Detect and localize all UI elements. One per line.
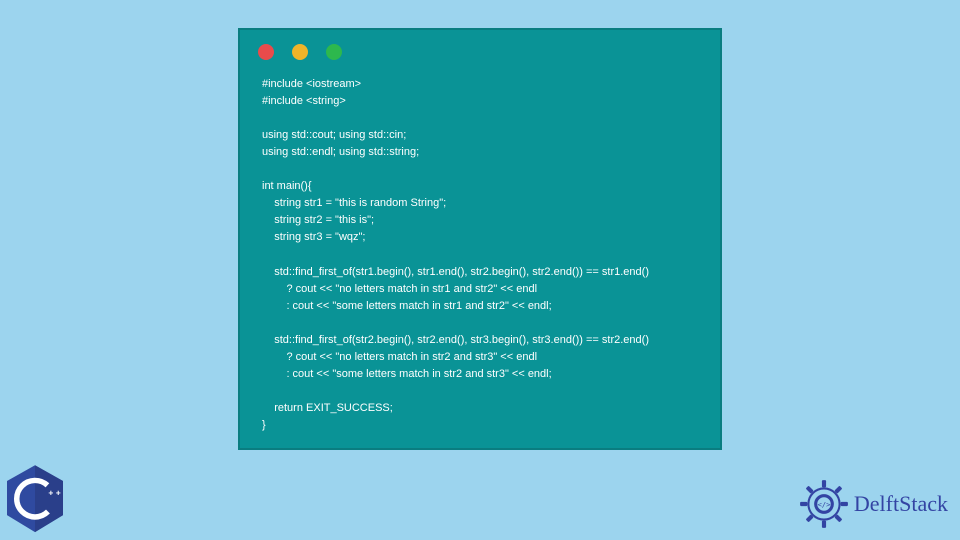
code-window: #include <iostream> #include <string> us… (238, 28, 722, 450)
brand-name: DelftStack (854, 491, 948, 517)
svg-text:+: + (56, 488, 61, 498)
brand-logo: </> DelftStack (798, 478, 948, 530)
close-dot-icon (258, 44, 274, 60)
traffic-lights (240, 30, 720, 70)
cpp-badge-icon: + + (4, 464, 66, 534)
svg-text:</>: </> (817, 500, 831, 509)
maximize-dot-icon (326, 44, 342, 60)
code-body: #include <iostream> #include <string> us… (240, 70, 720, 452)
minimize-dot-icon (292, 44, 308, 60)
svg-text:+: + (48, 488, 53, 498)
gear-icon: </> (798, 478, 850, 530)
